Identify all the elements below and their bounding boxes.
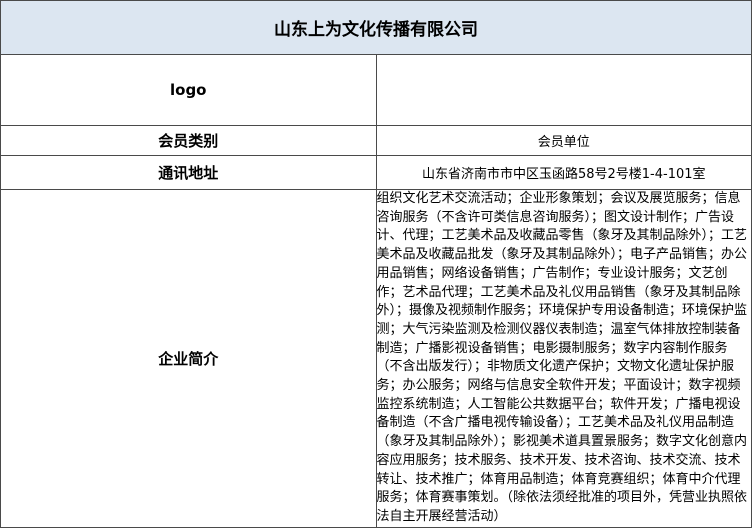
intro-label: 企业简介 [0,189,377,528]
address-label: 通讯地址 [0,155,377,190]
title-row: 山东上为文化传播有限公司 [0,0,752,55]
logo-cell [375,54,752,126]
intro-text: 组织文化艺术交流活动；企业形象策划；会议及展览服务；信息咨询服务（不含许可类信息… [375,189,752,528]
company-name: 山东上为文化传播有限公司 [0,0,752,55]
intro-row: 企业简介 组织文化艺术交流活动；企业形象策划；会议及展览服务；信息咨询服务（不含… [0,189,752,528]
logo-row: logo [0,54,752,126]
member-type-label: 会员类别 [0,125,377,156]
member-type-value: 会员单位 [375,125,752,156]
member-type-row: 会员类别 会员单位 [0,125,752,156]
address-row: 通讯地址 山东省济南市市中区玉函路58号2号楼1-4-101室 [0,155,752,190]
logo-label: logo [0,54,377,126]
company-info-table: 山东上为文化传播有限公司 logo 会员类别 会员单位 通讯地址 山东省济南市市… [0,0,752,528]
address-value: 山东省济南市市中区玉函路58号2号楼1-4-101室 [375,155,752,190]
